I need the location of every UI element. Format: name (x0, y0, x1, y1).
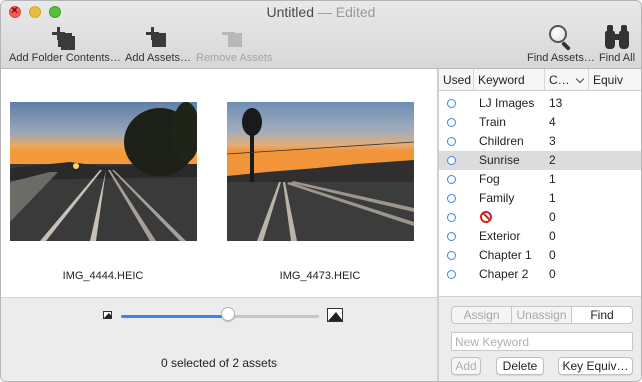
new-keyword-input[interactable] (451, 332, 633, 351)
keyword-row[interactable]: Chaper 2 0 (439, 265, 641, 284)
add-assets-icon (144, 25, 170, 51)
keyword-row[interactable]: Train 4 (439, 113, 641, 132)
small-thumbnail-icon (103, 311, 112, 319)
keyword-row[interactable]: Exterior 0 (439, 227, 641, 246)
keyword-row[interactable]: Fog 1 (439, 170, 641, 189)
keyword-count: 0 (549, 267, 556, 281)
add-folder-contents-button[interactable]: Add Folder Contents… (9, 25, 121, 65)
keyword-count: 3 (549, 134, 556, 148)
asset-photo (10, 102, 197, 241)
toolbar: Untitled — Edited Add Folder Contents… A… (1, 1, 641, 69)
asset-browser[interactable]: IMG_4444.HEIC IMG_4473.HEIC (1, 69, 437, 297)
used-radio[interactable] (447, 213, 456, 222)
column-keyword[interactable]: Keyword (474, 69, 545, 91)
remove-assets-icon (220, 25, 246, 51)
add-keyword-button[interactable]: Add (451, 357, 481, 375)
column-count[interactable]: C… (545, 69, 589, 91)
thumbnail-size-slider[interactable] (121, 315, 319, 318)
column-count-label: C… (549, 73, 570, 87)
browser-footer: 0 selected of 2 assets (1, 297, 437, 381)
keyword-count: 4 (549, 115, 556, 129)
keyword-name: LJ Images (479, 96, 535, 110)
edited-indicator: — Edited (317, 4, 376, 20)
slider-fill (121, 315, 228, 318)
used-radio[interactable] (447, 118, 456, 127)
keyword-name: Children (479, 134, 524, 148)
large-thumbnail-icon (327, 308, 343, 322)
find-assets-label: Find Assets… (527, 52, 595, 64)
asset-filename: IMG_4444.HEIC (62, 270, 144, 282)
unassign-segment[interactable]: Unassign (512, 307, 572, 323)
keyword-count: 1 (549, 172, 556, 186)
add-assets-label: Add Assets… (125, 52, 192, 64)
find-assets-button[interactable]: Find Assets… (527, 25, 595, 65)
magnifier-icon (546, 25, 572, 51)
keyword-count: 0 (549, 210, 556, 224)
keyword-name: Family (479, 191, 515, 205)
keyword-name: Fog (479, 172, 500, 186)
delete-keyword-button[interactable]: Delete (496, 357, 544, 375)
keyword-name: Chapter 1 (479, 248, 532, 262)
keyword-name: Sunrise (479, 153, 520, 167)
keyword-count: 1 (549, 191, 556, 205)
keyword-count: 13 (549, 96, 563, 110)
used-radio[interactable] (447, 137, 456, 146)
used-radio[interactable] (447, 251, 456, 260)
used-radio[interactable] (447, 270, 456, 279)
asset-filename: IMG_4473.HEIC (279, 270, 361, 282)
binoculars-icon (604, 25, 630, 51)
add-folder-icon (50, 25, 76, 51)
asset-photo (227, 102, 414, 241)
keywords-table[interactable]: Used Keyword C… Equiv LJ Images 13 Train 4 C… (439, 69, 641, 297)
mode-segmented-control[interactable]: Assign Unassign Find (451, 306, 633, 324)
keyword-row[interactable]: Sunrise 2 (439, 151, 641, 170)
chevron-down-icon (575, 74, 585, 84)
keyword-name: Train (479, 115, 506, 129)
selection-status: 0 selected of 2 assets (160, 356, 278, 370)
prohibited-icon (480, 211, 492, 223)
add-assets-button[interactable]: Add Assets… (125, 25, 192, 65)
slider-knob[interactable] (220, 307, 235, 321)
used-radio[interactable] (447, 156, 456, 165)
remove-assets-button[interactable]: Remove Assets (196, 25, 273, 65)
window-title: Untitled — Edited (1, 4, 641, 20)
used-radio[interactable] (447, 99, 456, 108)
key-equiv-button[interactable]: Key Equiv… (558, 357, 633, 375)
app-window: Untitled — Edited Add Folder Contents… A… (0, 0, 642, 382)
keyword-count: 0 (549, 248, 556, 262)
keyword-row[interactable]: Family 1 (439, 189, 641, 208)
find-all-button[interactable]: Find All (597, 25, 637, 65)
keywords-panel: Used Keyword C… Equiv LJ Images 13 Train 4 C… (439, 69, 641, 381)
keyword-count: 0 (549, 229, 556, 243)
keyword-name: Exterior (479, 229, 521, 243)
keyword-count: 2 (549, 153, 556, 167)
keyword-row[interactable]: Chapter 1 0 (439, 246, 641, 265)
keyword-row[interactable]: 0 (439, 208, 641, 227)
find-all-label: Find All (598, 52, 636, 64)
keywords-header: Used Keyword C… Equiv (439, 69, 641, 91)
used-radio[interactable] (447, 175, 456, 184)
remove-assets-label: Remove Assets (196, 52, 273, 64)
column-used[interactable]: Used (439, 69, 474, 91)
keyword-row[interactable]: LJ Images 13 (439, 94, 641, 113)
find-segment[interactable]: Find (572, 307, 632, 323)
keyword-name: Chaper 2 (479, 267, 529, 281)
column-equiv[interactable]: Equiv (589, 69, 641, 91)
add-folder-contents-label: Add Folder Contents… (9, 52, 121, 64)
used-radio[interactable] (447, 232, 456, 241)
assign-segment[interactable]: Assign (452, 307, 512, 323)
document-name: Untitled (266, 4, 314, 20)
used-radio[interactable] (447, 194, 456, 203)
keyword-row[interactable]: Children 3 (439, 132, 641, 151)
